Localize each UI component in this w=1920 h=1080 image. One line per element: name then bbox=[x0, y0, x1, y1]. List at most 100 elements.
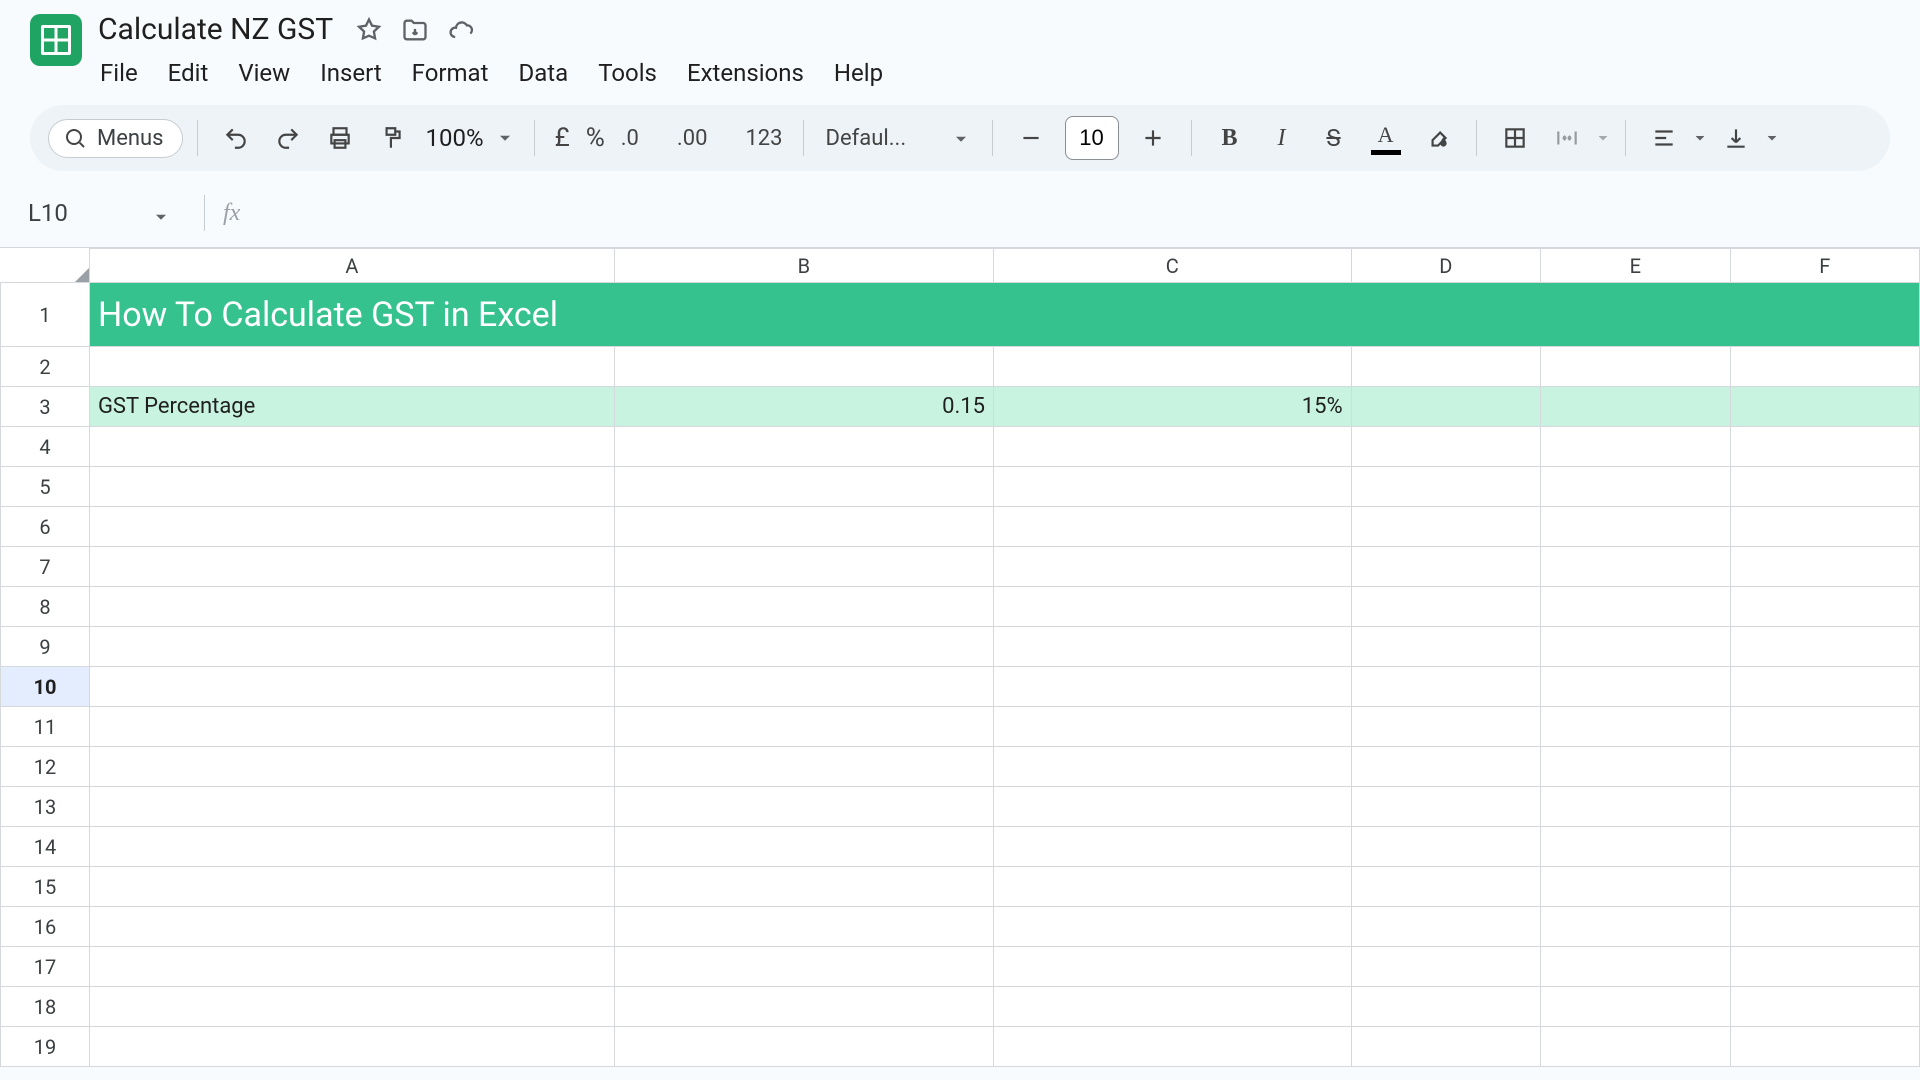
cell-F13[interactable] bbox=[1730, 787, 1920, 827]
horizontal-align-button[interactable] bbox=[1640, 114, 1688, 162]
cell-D4[interactable] bbox=[1351, 427, 1540, 467]
cell-A18[interactable] bbox=[89, 987, 614, 1027]
cell-A7[interactable] bbox=[89, 547, 614, 587]
row-header-15[interactable]: 15 bbox=[1, 867, 90, 907]
vertical-align-button[interactable] bbox=[1712, 114, 1760, 162]
cell-E3[interactable] bbox=[1541, 387, 1730, 427]
row-header-10[interactable]: 10 bbox=[1, 667, 90, 707]
menu-tools[interactable]: Tools bbox=[596, 55, 659, 91]
cell-E4[interactable] bbox=[1541, 427, 1730, 467]
row-header-12[interactable]: 12 bbox=[1, 747, 90, 787]
cell-B8[interactable] bbox=[614, 587, 993, 627]
cell-B12[interactable] bbox=[614, 747, 993, 787]
cell-E12[interactable] bbox=[1541, 747, 1730, 787]
menu-file[interactable]: File bbox=[98, 55, 140, 91]
row-header-5[interactable]: 5 bbox=[1, 467, 90, 507]
cell-B16[interactable] bbox=[614, 907, 993, 947]
cell-A17[interactable] bbox=[89, 947, 614, 987]
cell-D17[interactable] bbox=[1351, 947, 1540, 987]
cell-B9[interactable] bbox=[614, 627, 993, 667]
cell-D11[interactable] bbox=[1351, 707, 1540, 747]
cell-D14[interactable] bbox=[1351, 827, 1540, 867]
undo-button[interactable] bbox=[212, 114, 260, 162]
cell-A3[interactable]: GST Percentage bbox=[89, 387, 614, 427]
move-to-folder-icon[interactable] bbox=[401, 16, 429, 44]
cell-E2[interactable] bbox=[1541, 347, 1730, 387]
cell-A9[interactable] bbox=[89, 627, 614, 667]
cell-C14[interactable] bbox=[994, 827, 1352, 867]
cell-F16[interactable] bbox=[1730, 907, 1920, 947]
col-header-B[interactable]: B bbox=[614, 249, 993, 283]
row-header-18[interactable]: 18 bbox=[1, 987, 90, 1027]
strikethrough-button[interactable]: S bbox=[1310, 114, 1358, 162]
cell-B7[interactable] bbox=[614, 547, 993, 587]
font-family-dropdown[interactable]: Defaul... bbox=[818, 126, 978, 151]
cell-B10[interactable] bbox=[614, 667, 993, 707]
zoom-dropdown[interactable]: 100% bbox=[420, 124, 520, 152]
row-header-11[interactable]: 11 bbox=[1, 707, 90, 747]
cell-C18[interactable] bbox=[994, 987, 1352, 1027]
cell-B17[interactable] bbox=[614, 947, 993, 987]
number-format-button[interactable]: 123 bbox=[739, 126, 788, 151]
font-size-input[interactable] bbox=[1065, 116, 1119, 160]
decrease-decimal-button[interactable]: .0 bbox=[615, 126, 667, 151]
row-header-1[interactable]: 1 bbox=[1, 283, 90, 347]
currency-format-button[interactable]: £ bbox=[549, 123, 576, 153]
paint-format-button[interactable] bbox=[368, 114, 416, 162]
cell-C3[interactable]: 15% bbox=[994, 387, 1352, 427]
cell-D2[interactable] bbox=[1351, 347, 1540, 387]
cell-E6[interactable] bbox=[1541, 507, 1730, 547]
cell-F2[interactable] bbox=[1730, 347, 1920, 387]
cell-E10[interactable] bbox=[1541, 667, 1730, 707]
merge-dropdown-icon[interactable] bbox=[1595, 130, 1611, 146]
cell-E18[interactable] bbox=[1541, 987, 1730, 1027]
valign-dropdown-icon[interactable] bbox=[1764, 130, 1780, 146]
select-all-corner[interactable] bbox=[1, 249, 90, 283]
cell-E13[interactable] bbox=[1541, 787, 1730, 827]
menu-format[interactable]: Format bbox=[410, 55, 491, 91]
star-icon[interactable] bbox=[355, 16, 383, 44]
cell-A4[interactable] bbox=[89, 427, 614, 467]
menu-extensions[interactable]: Extensions bbox=[685, 55, 806, 91]
cell-F18[interactable] bbox=[1730, 987, 1920, 1027]
cell-D13[interactable] bbox=[1351, 787, 1540, 827]
merge-cells-button[interactable] bbox=[1543, 114, 1591, 162]
cell-B14[interactable] bbox=[614, 827, 993, 867]
row-header-3[interactable]: 3 bbox=[1, 387, 90, 427]
align-dropdown-icon[interactable] bbox=[1692, 130, 1708, 146]
print-button[interactable] bbox=[316, 114, 364, 162]
cell-C16[interactable] bbox=[994, 907, 1352, 947]
borders-button[interactable] bbox=[1491, 114, 1539, 162]
cell-A2[interactable] bbox=[89, 347, 614, 387]
menu-help[interactable]: Help bbox=[832, 55, 885, 91]
cell-F15[interactable] bbox=[1730, 867, 1920, 907]
cell-C19[interactable] bbox=[994, 1027, 1352, 1067]
cell-C9[interactable] bbox=[994, 627, 1352, 667]
cell-A13[interactable] bbox=[89, 787, 614, 827]
text-color-button[interactable]: A bbox=[1362, 114, 1410, 162]
cell-C2[interactable] bbox=[994, 347, 1352, 387]
cell-F9[interactable] bbox=[1730, 627, 1920, 667]
cell-D6[interactable] bbox=[1351, 507, 1540, 547]
cell-E16[interactable] bbox=[1541, 907, 1730, 947]
cell-C7[interactable] bbox=[994, 547, 1352, 587]
row-header-17[interactable]: 17 bbox=[1, 947, 90, 987]
cell-C15[interactable] bbox=[994, 867, 1352, 907]
cell-A6[interactable] bbox=[89, 507, 614, 547]
cell-E17[interactable] bbox=[1541, 947, 1730, 987]
cell-A14[interactable] bbox=[89, 827, 614, 867]
cell-E15[interactable] bbox=[1541, 867, 1730, 907]
cell-B19[interactable] bbox=[614, 1027, 993, 1067]
col-header-F[interactable]: F bbox=[1730, 249, 1920, 283]
cell-C5[interactable] bbox=[994, 467, 1352, 507]
cell-D15[interactable] bbox=[1351, 867, 1540, 907]
row-header-7[interactable]: 7 bbox=[1, 547, 90, 587]
cell-F19[interactable] bbox=[1730, 1027, 1920, 1067]
cell-F6[interactable] bbox=[1730, 507, 1920, 547]
increase-decimal-button[interactable]: .00 bbox=[671, 126, 736, 151]
col-header-D[interactable]: D bbox=[1351, 249, 1540, 283]
cell-C6[interactable] bbox=[994, 507, 1352, 547]
cell-D9[interactable] bbox=[1351, 627, 1540, 667]
row-header-8[interactable]: 8 bbox=[1, 587, 90, 627]
row-header-2[interactable]: 2 bbox=[1, 347, 90, 387]
